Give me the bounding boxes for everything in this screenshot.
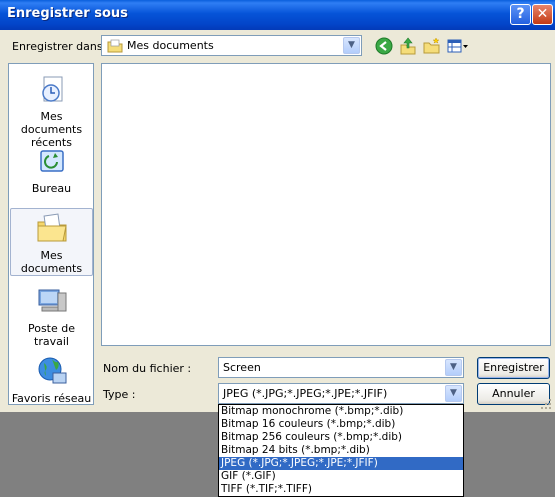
place-label: Bureau bbox=[31, 182, 72, 195]
place-label: Mes documents bbox=[20, 249, 83, 275]
folder-icon bbox=[107, 39, 123, 53]
place-label: Poste de travail bbox=[27, 322, 76, 348]
filetype-dropdown-list: Bitmap monochrome (*.bmp;*.dib) Bitmap 1… bbox=[218, 404, 464, 497]
close-icon: ✕ bbox=[536, 6, 549, 22]
my-documents-icon bbox=[37, 213, 67, 242]
list-item[interactable]: Bitmap 16 couleurs (*.bmp;*.dib) bbox=[219, 418, 463, 431]
list-item[interactable]: GIF (*.GIF) bbox=[219, 470, 463, 483]
help-button[interactable]: ? bbox=[510, 4, 531, 25]
save-in-label: Enregistrer dans : bbox=[12, 40, 110, 53]
chevron-down-icon[interactable]: ▼ bbox=[343, 37, 360, 54]
filetype-label: Type : bbox=[103, 388, 136, 401]
file-list-view[interactable] bbox=[101, 63, 551, 346]
views-menu-icon bbox=[447, 39, 468, 53]
filetype-select[interactable]: JPEG (*.JPG;*.JPEG;*.JPE;*.JFIF) ▼ bbox=[218, 383, 464, 404]
place-recent-documents[interactable]: Mes documents récents bbox=[10, 70, 93, 149]
desktop-icon bbox=[39, 150, 64, 172]
filename-value: Screen bbox=[223, 361, 261, 374]
up-folder-icon bbox=[400, 37, 416, 55]
place-desktop[interactable]: Bureau bbox=[10, 142, 93, 195]
window-title: Enregistrer sous bbox=[7, 6, 128, 21]
filename-label: Nom du fichier : bbox=[103, 362, 192, 375]
place-network[interactable]: Favoris réseau bbox=[10, 352, 93, 405]
filetype-value: JPEG (*.JPG;*.JPEG;*.JPE;*.JFIF) bbox=[223, 387, 388, 400]
chevron-down-icon[interactable]: ▼ bbox=[445, 359, 462, 376]
save-button[interactable]: Enregistrer bbox=[477, 357, 550, 379]
save-in-value: Mes documents bbox=[127, 39, 214, 52]
save-as-dialog: Enregistrer sous ? ✕ Enregistrer dans : … bbox=[0, 0, 555, 412]
place-my-documents[interactable]: Mes documents bbox=[10, 208, 93, 276]
list-item-selected[interactable]: JPEG (*.JPG;*.JPEG;*.JPE;*.JFIF) bbox=[219, 457, 463, 470]
help-icon: ? bbox=[516, 6, 525, 22]
new-folder-icon bbox=[423, 37, 440, 54]
title-bar[interactable]: Enregistrer sous ? ✕ bbox=[0, 0, 555, 30]
resize-grip-icon[interactable] bbox=[540, 398, 552, 410]
place-my-computer[interactable]: Poste de travail bbox=[10, 282, 93, 348]
filename-input[interactable]: Screen ▼ bbox=[218, 357, 464, 378]
my-computer-icon bbox=[38, 289, 66, 312]
back-arrow-icon bbox=[375, 37, 393, 55]
place-label: Favoris réseau bbox=[11, 392, 92, 405]
list-item[interactable]: Bitmap 256 couleurs (*.bmp;*.dib) bbox=[219, 431, 463, 444]
views-menu-button[interactable] bbox=[446, 37, 470, 57]
chevron-down-icon[interactable]: ▼ bbox=[445, 385, 462, 402]
back-button[interactable] bbox=[374, 37, 394, 57]
network-places-icon bbox=[38, 357, 66, 384]
list-item[interactable]: Bitmap monochrome (*.bmp;*.dib) bbox=[219, 405, 463, 418]
list-item[interactable]: Bitmap 24 bits (*.bmp;*.dib) bbox=[219, 444, 463, 457]
recent-documents-icon bbox=[41, 76, 62, 102]
save-in-combo[interactable]: Mes documents ▼ bbox=[101, 35, 362, 56]
close-button[interactable]: ✕ bbox=[532, 4, 553, 25]
list-item[interactable]: TIFF (*.TIF;*.TIFF) bbox=[219, 483, 463, 496]
new-folder-button[interactable] bbox=[422, 37, 442, 57]
up-folder-button[interactable] bbox=[398, 37, 418, 57]
places-bar: Mes documents récents Bureau Mes documen… bbox=[8, 63, 94, 405]
